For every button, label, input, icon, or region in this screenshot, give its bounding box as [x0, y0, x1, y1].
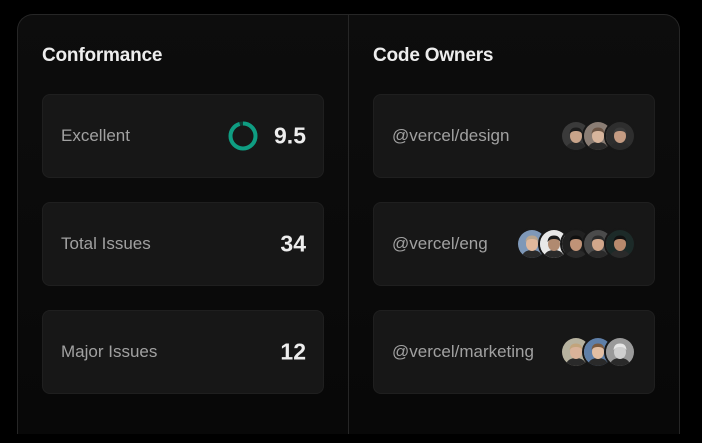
metric-label: Major Issues: [61, 342, 158, 361]
column-divider: [348, 15, 349, 434]
metric-value: 12: [280, 338, 306, 365]
metric-value: 9.5: [274, 122, 306, 149]
score-ring-icon: [228, 121, 258, 151]
dashboard-panel: Conformance Excellent 9.5 Total Issues 3…: [17, 14, 680, 434]
conformance-title: Conformance: [42, 45, 163, 66]
avatar-stack: [560, 336, 636, 368]
metric-card-major-issues[interactable]: Major Issues 12: [42, 310, 324, 394]
metric-label: Excellent: [61, 126, 130, 145]
team-handle[interactable]: @vercel/design: [392, 126, 509, 146]
avatar-icon[interactable]: [604, 120, 636, 152]
metric-value: 34: [280, 230, 306, 257]
avatar-icon[interactable]: [604, 336, 636, 368]
metric-card-score[interactable]: Excellent 9.5: [42, 94, 324, 178]
code-owners-title: Code Owners: [373, 45, 494, 66]
metric-card-total-issues[interactable]: Total Issues 34: [42, 202, 324, 286]
owner-card-marketing[interactable]: @vercel/marketing: [373, 310, 655, 394]
avatar-icon[interactable]: [604, 228, 636, 260]
metric-label: Total Issues: [61, 234, 151, 253]
team-handle[interactable]: @vercel/marketing: [392, 342, 534, 362]
score-ring-arc: [228, 121, 258, 151]
team-handle[interactable]: @vercel/eng: [392, 234, 488, 254]
avatar-stack: [560, 120, 636, 152]
avatar-stack: [516, 228, 636, 260]
owner-card-design[interactable]: @vercel/design: [373, 94, 655, 178]
owner-card-eng[interactable]: @vercel/eng: [373, 202, 655, 286]
